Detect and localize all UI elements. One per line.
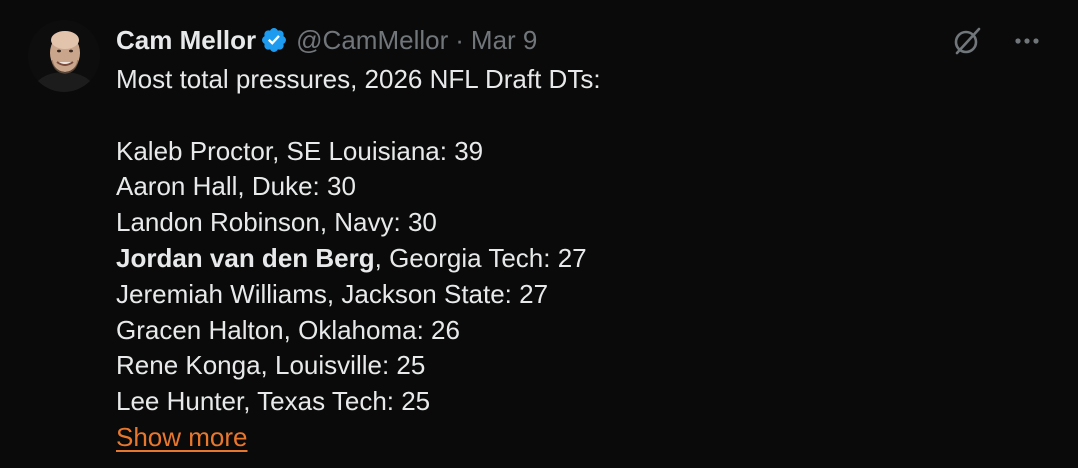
list-item: Rene Konga, Louisville: 25: [116, 348, 601, 384]
list-item: Lee Hunter, Texas Tech: 25: [116, 384, 601, 420]
avatar[interactable]: [28, 20, 100, 92]
list-item-text: Aaron Hall, Duke: 30: [116, 171, 356, 202]
list-item-text: Lee Hunter, Texas Tech: 25: [116, 386, 431, 417]
more-options-icon[interactable]: [1010, 24, 1044, 58]
list-item: Kaleb Proctor, SE Louisiana: 39: [116, 134, 601, 170]
author-handle[interactable]: @CamMellor: [296, 25, 448, 56]
header-separator: ·: [455, 24, 464, 55]
list-item: Jeremiah Williams, Jackson State: 27: [116, 277, 601, 313]
list-item: Aaron Hall, Duke: 30: [116, 169, 601, 205]
list-item-text: Gracen Halton, Oklahoma: 26: [116, 314, 460, 345]
list-item: Jordan van den Berg, Georgia Tech: 27: [116, 241, 601, 277]
avatar-image: [28, 20, 100, 92]
tweet-intro: Most total pressures, 2026 NFL Draft DTs…: [116, 64, 601, 94]
list-item-text: Kaleb Proctor, SE Louisiana: 39: [116, 135, 484, 166]
list-item-text: Rene Konga, Louisville: 25: [116, 350, 426, 381]
tweet-date[interactable]: Mar 9: [471, 25, 537, 56]
show-more-row: Show more: [116, 420, 601, 456]
tweet: Cam Mellor @CamMellor · Mar 9 Most total…: [0, 0, 1078, 468]
tweet-actions: [950, 24, 1044, 58]
verified-badge-icon: [260, 26, 288, 54]
show-more-link[interactable]: Show more: [116, 420, 248, 456]
list-item-text: Landon Robinson, Navy: 30: [116, 207, 437, 238]
list-item-text: Jeremiah Williams, Jackson State: 27: [116, 278, 549, 309]
author-name[interactable]: Cam Mellor: [116, 25, 256, 56]
list-item: Landon Robinson, Navy: 30: [116, 205, 601, 241]
list-item-text: , Georgia Tech: 27: [374, 242, 587, 273]
grok-slash-icon[interactable]: [950, 24, 984, 58]
tweet-header: Cam Mellor @CamMellor · Mar 9: [116, 22, 537, 58]
tweet-text: Most total pressures, 2026 NFL Draft DTs…: [116, 62, 601, 456]
list-item: Gracen Halton, Oklahoma: 26: [116, 313, 601, 349]
list-item-bold-name: Jordan van den Berg: [116, 242, 375, 273]
